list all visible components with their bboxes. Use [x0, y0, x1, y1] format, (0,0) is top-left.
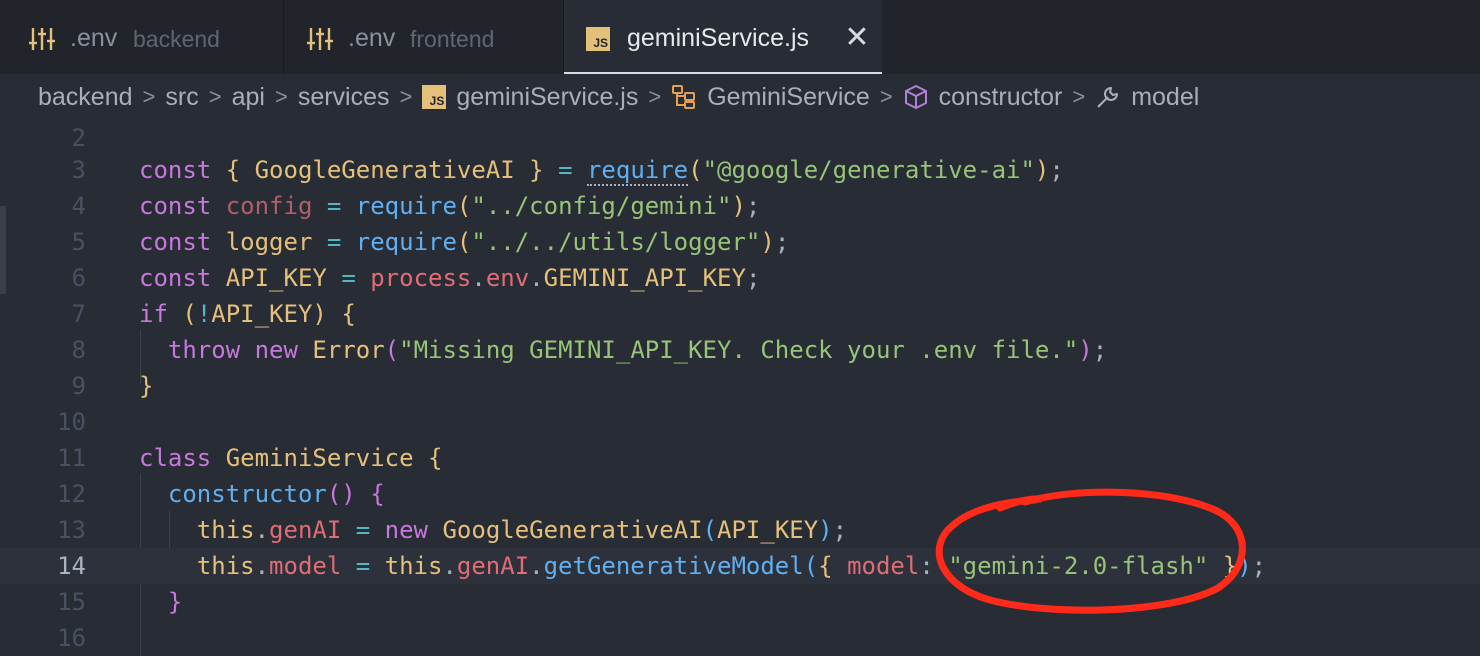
- code-text[interactable]: const API_KEY = process.env.GEMINI_API_K…: [139, 260, 760, 296]
- tab-label: .env: [70, 24, 118, 52]
- code-text[interactable]: throw new Error("Missing GEMINI_API_KEY.…: [139, 332, 1107, 368]
- code-line: 3 const { GoogleGenerativeAI } = require…: [0, 152, 1480, 188]
- code-line: 9 }: [0, 368, 1480, 404]
- breadcrumb-label: api: [231, 82, 265, 111]
- code-text[interactable]: this.genAI = new GoogleGenerativeAI(API_…: [139, 512, 847, 548]
- tab-env-backend[interactable]: .env backend: [0, 0, 284, 74]
- js-badge: JS: [586, 27, 610, 51]
- breadcrumb-item-model[interactable]: model: [1095, 83, 1199, 112]
- code-line: 16: [0, 620, 1480, 656]
- code-line: 5 const logger = require("../../utils/lo…: [0, 224, 1480, 260]
- code-text[interactable]: const { GoogleGenerativeAI } = require("…: [139, 152, 1064, 188]
- chevron-right-icon: >: [142, 84, 156, 109]
- code-editor[interactable]: 2 3 const { GoogleGenerativeAI } = requi…: [0, 120, 1480, 656]
- breadcrumb-label: services: [297, 82, 390, 111]
- js-badge: JS: [422, 85, 447, 109]
- code-line: 6 const API_KEY = process.env.GEMINI_API…: [0, 260, 1480, 296]
- code-text[interactable]: constructor() {: [139, 476, 385, 512]
- breadcrumb-label: constructor: [938, 82, 1063, 111]
- code-line: 10: [0, 404, 1480, 440]
- code-line: 13 this.genAI = new GoogleGenerativeAI(A…: [0, 512, 1480, 548]
- code-text[interactable]: this.model = this.genAI.getGenerativeMod…: [139, 548, 1266, 584]
- tab-description: backend: [133, 26, 220, 52]
- class-symbol-icon: [671, 84, 697, 110]
- tab-geminiservice-js[interactable]: JS geminiService.js ✕: [564, 0, 882, 74]
- line-number: 14: [57, 552, 86, 580]
- settings-sliders-icon: [28, 26, 56, 57]
- breadcrumb-item-constructor[interactable]: constructor: [903, 82, 1063, 112]
- tab-env-frontend[interactable]: .env frontend: [284, 0, 564, 74]
- tab-description: frontend: [410, 26, 495, 52]
- breadcrumb-label: src: [165, 82, 199, 111]
- code-text[interactable]: if (!API_KEY) {: [139, 296, 356, 332]
- js-file-icon: JS: [422, 85, 447, 109]
- code-line: 7 if (!API_KEY) {: [0, 296, 1480, 332]
- code-text[interactable]: }: [139, 368, 153, 404]
- code-text[interactable]: const config = require("../config/gemini…: [139, 188, 760, 224]
- line-number: 15: [57, 588, 86, 616]
- method-cube-icon: [903, 84, 929, 110]
- chevron-right-icon: >: [208, 84, 222, 109]
- wrench-icon: [1095, 84, 1121, 110]
- tab-label: .env: [348, 24, 396, 52]
- tab-label: geminiService.js: [627, 24, 810, 52]
- breadcrumb-item-api[interactable]: api: [232, 83, 265, 112]
- code-text[interactable]: }: [139, 584, 182, 620]
- line-number: 10: [57, 408, 86, 436]
- breadcrumb: backend > src > api > services > JS gemi…: [0, 74, 1480, 120]
- line-number: 7: [71, 300, 86, 328]
- chevron-right-icon: >: [648, 84, 662, 109]
- line-number: 16: [57, 624, 86, 652]
- line-number: 3: [71, 156, 86, 184]
- breadcrumb-label: GeminiService: [707, 82, 870, 111]
- line-number: 8: [71, 336, 86, 364]
- line-number: 9: [71, 372, 86, 400]
- breadcrumb-item-class[interactable]: GeminiService: [671, 83, 870, 112]
- line-number: 6: [71, 264, 86, 292]
- code-text[interactable]: const logger = require("../../utils/logg…: [139, 224, 789, 260]
- chevron-right-icon: >: [1072, 84, 1086, 109]
- line-number: 4: [71, 192, 86, 220]
- breadcrumb-item-backend[interactable]: backend: [38, 83, 133, 112]
- js-file-icon: JS: [586, 27, 610, 51]
- breadcrumb-item-src[interactable]: src: [165, 83, 198, 112]
- close-icon[interactable]: ✕: [844, 23, 870, 53]
- breadcrumb-item-file[interactable]: JS geminiService.js: [422, 83, 638, 112]
- code-line-current: 14 this.model = this.genAI.getGenerative…: [0, 548, 1480, 584]
- chevron-right-icon: >: [274, 84, 288, 109]
- breadcrumb-label: model: [1131, 82, 1200, 111]
- line-number: 11: [57, 444, 86, 472]
- code-text[interactable]: class GeminiService {: [139, 440, 442, 476]
- code-line: 15 }: [0, 584, 1480, 620]
- line-number: 13: [57, 516, 86, 544]
- code-line: 2: [0, 120, 1480, 156]
- breadcrumb-label: geminiService.js: [456, 82, 639, 111]
- chevron-right-icon: >: [879, 84, 893, 109]
- breadcrumb-item-services[interactable]: services: [298, 83, 390, 112]
- chevron-right-icon: >: [399, 84, 413, 109]
- breadcrumb-label: backend: [38, 82, 133, 111]
- tab-bar: .env backend .env frontend JS geminiServ…: [0, 0, 1480, 74]
- line-number: 5: [71, 228, 86, 256]
- code-line: 12 constructor() {: [0, 476, 1480, 512]
- line-number: 2: [71, 124, 86, 152]
- settings-sliders-icon: [306, 26, 334, 57]
- code-line: 11 class GeminiService {: [0, 440, 1480, 476]
- line-number: 12: [57, 480, 86, 508]
- code-line: 8 throw new Error("Missing GEMINI_API_KE…: [0, 332, 1480, 368]
- code-line: 4 const config = require("../config/gemi…: [0, 188, 1480, 224]
